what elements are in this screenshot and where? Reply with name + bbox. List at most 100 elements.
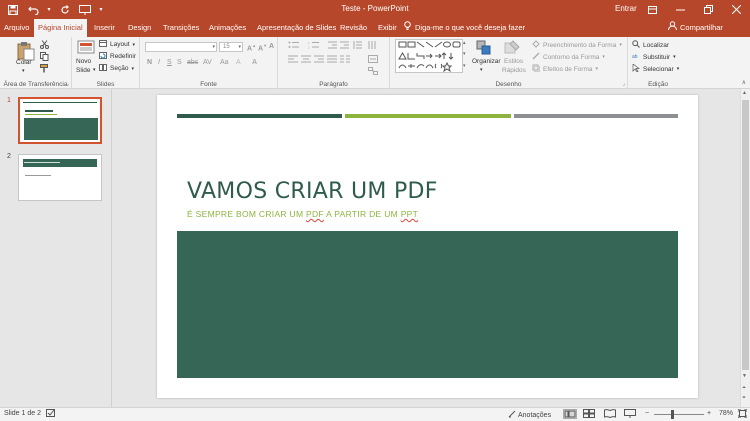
spelling-check-icon[interactable] xyxy=(46,409,56,420)
change-case-icon[interactable]: Aa xyxy=(220,59,229,66)
text-direction-icon[interactable] xyxy=(368,41,377,51)
strikethrough-icon[interactable]: abc xyxy=(187,59,198,66)
slide-thumbnail-1[interactable] xyxy=(18,97,102,144)
line-spacing-icon[interactable] xyxy=(353,41,362,51)
copy-icon[interactable] xyxy=(40,52,49,63)
shadow-icon[interactable]: S xyxy=(177,59,182,66)
increase-font-icon[interactable]: A▲ xyxy=(247,43,256,52)
decrease-font-icon[interactable]: A▼ xyxy=(258,43,267,52)
bullets-icon[interactable] xyxy=(288,41,300,51)
arrange-button[interactable]: Organizar xyxy=(472,58,501,65)
underline-icon[interactable]: S xyxy=(167,59,172,66)
quick-styles-label-2[interactable]: Rápidos xyxy=(502,67,526,74)
zoom-level[interactable]: 78% xyxy=(719,410,733,417)
paste-icon[interactable] xyxy=(16,41,38,61)
shape-effects-button[interactable]: Efeitos de Forma ▾ xyxy=(532,64,598,74)
replace-button[interactable]: ab Substituir ▾ xyxy=(632,52,676,62)
shape-outline-button[interactable]: Contorno da Forma ▾ xyxy=(532,52,605,62)
paste-button[interactable]: Colar xyxy=(16,59,32,66)
tab-animations[interactable]: Animações xyxy=(205,19,250,37)
zoom-slider-thumb[interactable] xyxy=(671,410,674,419)
layout-button[interactable]: Layout ▾ xyxy=(99,40,135,49)
reading-view-icon[interactable] xyxy=(604,409,616,420)
find-button[interactable]: Localizar xyxy=(632,40,669,50)
tab-review[interactable]: Revisão xyxy=(336,19,371,37)
font-name-combo[interactable]: ▾ xyxy=(145,42,217,52)
zoom-in-icon[interactable]: + xyxy=(707,410,711,417)
scrollbar-thumb[interactable] xyxy=(742,100,749,370)
smartart-icon[interactable] xyxy=(368,67,378,77)
ribbon-display-options-icon[interactable] xyxy=(638,0,666,19)
slide-subtitle[interactable]: É SEMPRE BOM CRIAR UM PDF A PARTIR DE UM… xyxy=(187,209,418,219)
columns-icon[interactable] xyxy=(340,55,350,65)
reset-button[interactable]: Redefinir xyxy=(99,52,136,61)
tab-design[interactable]: Design xyxy=(124,19,155,37)
numbering-icon[interactable]: 12 xyxy=(308,41,320,51)
dialog-launcher-icon[interactable]: ⌟ xyxy=(623,81,625,87)
new-slide-icon[interactable] xyxy=(77,40,95,57)
select-button[interactable]: Selecionar ▾ xyxy=(632,63,679,74)
italic-icon[interactable]: I xyxy=(158,59,160,66)
align-right-icon[interactable] xyxy=(314,55,324,65)
tab-view[interactable]: Exibir xyxy=(374,19,401,37)
zoom-slider-track[interactable] xyxy=(654,414,704,415)
cut-icon[interactable] xyxy=(40,40,49,51)
tab-file[interactable]: Arquivo xyxy=(0,19,33,37)
new-slide-dropdown-icon[interactable]: ▾ xyxy=(93,67,96,73)
align-center-icon[interactable] xyxy=(301,55,311,65)
font-color-icon[interactable]: A xyxy=(252,59,257,66)
collapse-ribbon-icon[interactable]: ∧ xyxy=(742,79,746,86)
notes-button[interactable]: Anotações xyxy=(508,410,551,420)
shapes-gallery[interactable] xyxy=(395,39,463,73)
dialog-launcher-icon[interactable]: ⌟ xyxy=(67,81,69,87)
vertical-scrollbar[interactable]: ▲ ▼ ⏶ ⏷ xyxy=(740,89,750,407)
character-spacing-icon[interactable]: AV xyxy=(203,59,212,66)
highlight-icon[interactable]: A xyxy=(236,59,241,66)
tab-transitions[interactable]: Transições xyxy=(159,19,203,37)
slideshow-view-icon[interactable] xyxy=(624,409,636,420)
slide-sorter-icon[interactable] xyxy=(583,409,595,420)
sign-in-link[interactable]: Entrar xyxy=(615,4,637,13)
normal-view-icon[interactable] xyxy=(563,409,577,419)
shape-fill-button[interactable]: Preenchimento da Forma ▾ xyxy=(532,40,622,50)
paste-dropdown-icon[interactable]: ▾ xyxy=(22,68,25,74)
close-icon[interactable] xyxy=(722,0,750,19)
zoom-out-icon[interactable]: − xyxy=(645,410,649,417)
align-text-icon[interactable] xyxy=(368,55,378,65)
tab-home[interactable]: Página Inicial xyxy=(34,19,87,37)
previous-slide-icon[interactable]: ⏶ xyxy=(742,385,746,391)
decrease-indent-icon[interactable] xyxy=(328,41,337,51)
arrange-icon[interactable] xyxy=(476,40,492,58)
fit-slide-icon[interactable] xyxy=(737,408,748,420)
tab-slide-show[interactable]: Apresentação de Slides xyxy=(253,19,340,37)
gallery-scroll-up-icon[interactable]: ▴ xyxy=(463,40,466,46)
scroll-down-icon[interactable]: ▼ xyxy=(742,373,747,379)
format-painter-icon[interactable] xyxy=(40,64,49,75)
tab-insert[interactable]: Inserir xyxy=(90,19,119,37)
slide-thumbnail-2[interactable] xyxy=(18,154,102,201)
new-slide-label-1[interactable]: Novo xyxy=(76,58,91,65)
arrange-dropdown-icon[interactable]: ▾ xyxy=(480,67,483,73)
scroll-up-icon[interactable]: ▲ xyxy=(742,90,747,96)
gallery-more-icon[interactable]: ▾ xyxy=(463,63,466,69)
section-button[interactable]: Seção ▾ xyxy=(99,64,134,73)
slide-canvas[interactable]: VAMOS CRIAR UM PDF É SEMPRE BOM CRIAR UM… xyxy=(157,95,698,398)
quick-styles-label-1[interactable]: Estilos xyxy=(504,58,523,65)
next-slide-icon[interactable]: ⏷ xyxy=(742,395,746,401)
minimize-icon[interactable] xyxy=(666,0,694,19)
tell-me-box[interactable]: Diga-me o que você deseja fazer xyxy=(404,19,525,37)
share-button[interactable]: Compartilhar xyxy=(668,19,723,37)
new-slide-label-2[interactable]: Slide xyxy=(76,67,90,74)
clear-formatting-icon[interactable]: A xyxy=(269,43,274,50)
content-placeholder-block[interactable] xyxy=(177,231,678,378)
justify-icon[interactable] xyxy=(327,55,337,65)
slide-title[interactable]: VAMOS CRIAR UM PDF xyxy=(187,179,438,204)
gallery-scroll-down-icon[interactable]: ▾ xyxy=(463,51,466,57)
restore-icon[interactable] xyxy=(694,0,722,19)
quick-styles-icon[interactable] xyxy=(504,40,520,56)
font-size-combo[interactable]: 15 ▾ xyxy=(219,42,243,52)
decor-bar-light-green xyxy=(345,114,511,118)
bold-icon[interactable]: N xyxy=(147,59,152,66)
align-left-icon[interactable] xyxy=(288,55,298,65)
increase-indent-icon[interactable] xyxy=(340,41,349,51)
